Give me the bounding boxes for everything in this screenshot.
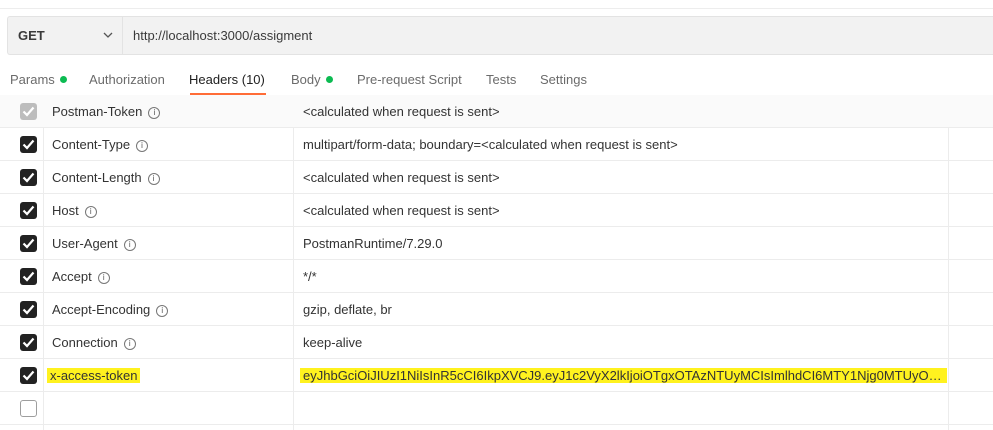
header-key[interactable]: Accept-Encoding i	[52, 302, 169, 317]
info-icon[interactable]: i	[84, 206, 97, 218]
header-value[interactable]: <calculated when request is sent>	[303, 170, 500, 185]
method-label: GET	[18, 28, 45, 43]
tab-body[interactable]: Body	[291, 72, 333, 87]
header-key[interactable]: x-access-token	[47, 368, 141, 383]
tab-headers[interactable]: Headers (10)	[189, 72, 265, 87]
table-row	[0, 392, 993, 425]
info-icon[interactable]: i	[123, 239, 136, 251]
tab-authorization[interactable]: Authorization	[89, 72, 165, 87]
header-value[interactable]: <calculated when request is sent>	[303, 203, 500, 218]
table-row: Host i <calculated when request is sent>	[0, 194, 993, 227]
row-checkbox[interactable]	[20, 367, 37, 384]
tab-settings[interactable]: Settings	[540, 72, 587, 87]
row-checkbox[interactable]	[20, 202, 37, 219]
header-key[interactable]: Host i	[52, 203, 97, 218]
header-value[interactable]: multipart/form-data; boundary=<calculate…	[303, 137, 678, 152]
info-icon[interactable]: i	[148, 107, 161, 119]
header-value[interactable]: */*	[303, 269, 317, 284]
header-value[interactable]: <calculated when request is sent>	[303, 104, 500, 119]
info-icon[interactable]: i	[147, 173, 160, 185]
tab-pre-request-script[interactable]: Pre-request Script	[357, 72, 462, 87]
table-row: x-access-token eyJhbGciOiJIUzI1NiIsInR5cC…	[0, 359, 993, 392]
header-value[interactable]: eyJhbGciOiJIUzI1NiIsInR5cCI6IkpXVCJ9.eyJ…	[300, 368, 947, 383]
header-key[interactable]: Postman-Token i	[52, 104, 161, 119]
row-checkbox[interactable]	[20, 400, 37, 417]
request-bar: GET http://localhost:3000/assigment	[7, 16, 993, 55]
top-divider	[0, 0, 993, 9]
table-row: Postman-Token i <calculated when request i…	[0, 95, 993, 128]
row-checkbox[interactable]	[20, 268, 37, 285]
info-icon[interactable]: i	[97, 272, 110, 284]
status-dot-icon	[325, 76, 333, 83]
table-row: User-Agent i PostmanRuntime/7.29.0	[0, 227, 993, 260]
row-checkbox[interactable]	[20, 334, 37, 351]
table-row: Connection i keep-alive	[0, 326, 993, 359]
info-icon[interactable]: i	[123, 338, 136, 350]
method-select[interactable]: GET	[8, 17, 123, 54]
info-icon[interactable]: i	[156, 305, 169, 317]
table-row: Accept-Encoding i gzip, deflate, br	[0, 293, 993, 326]
table-row: Accept i */*	[0, 260, 993, 293]
chevron-down-icon	[103, 32, 113, 38]
header-value[interactable]: gzip, deflate, br	[303, 302, 392, 317]
header-key[interactable]: User-Agent i	[52, 236, 136, 251]
row-checkbox[interactable]	[20, 103, 37, 120]
status-dot-icon	[59, 76, 67, 83]
table-row: Content-Length i <calculated when request …	[0, 161, 993, 194]
header-value[interactable]: PostmanRuntime/7.29.0	[303, 236, 442, 251]
info-icon[interactable]: i	[136, 140, 149, 152]
request-tabs: Params Authorization Headers (10) Body P…	[0, 64, 993, 96]
header-key[interactable]: Accept i	[52, 269, 110, 284]
row-checkbox[interactable]	[20, 169, 37, 186]
header-value[interactable]: keep-alive	[303, 335, 362, 350]
tab-params[interactable]: Params	[10, 72, 67, 87]
header-key[interactable]: Connection i	[52, 335, 136, 350]
tab-tests[interactable]: Tests	[486, 72, 516, 87]
table-row: Content-Type i multipart/form-data; bounda…	[0, 128, 993, 161]
row-checkbox[interactable]	[20, 301, 37, 318]
header-key[interactable]: Content-Length i	[52, 170, 160, 185]
header-key[interactable]: Content-Type i	[52, 137, 149, 152]
url-input[interactable]: http://localhost:3000/assigment	[133, 28, 312, 43]
row-checkbox[interactable]	[20, 136, 37, 153]
row-checkbox[interactable]	[20, 235, 37, 252]
